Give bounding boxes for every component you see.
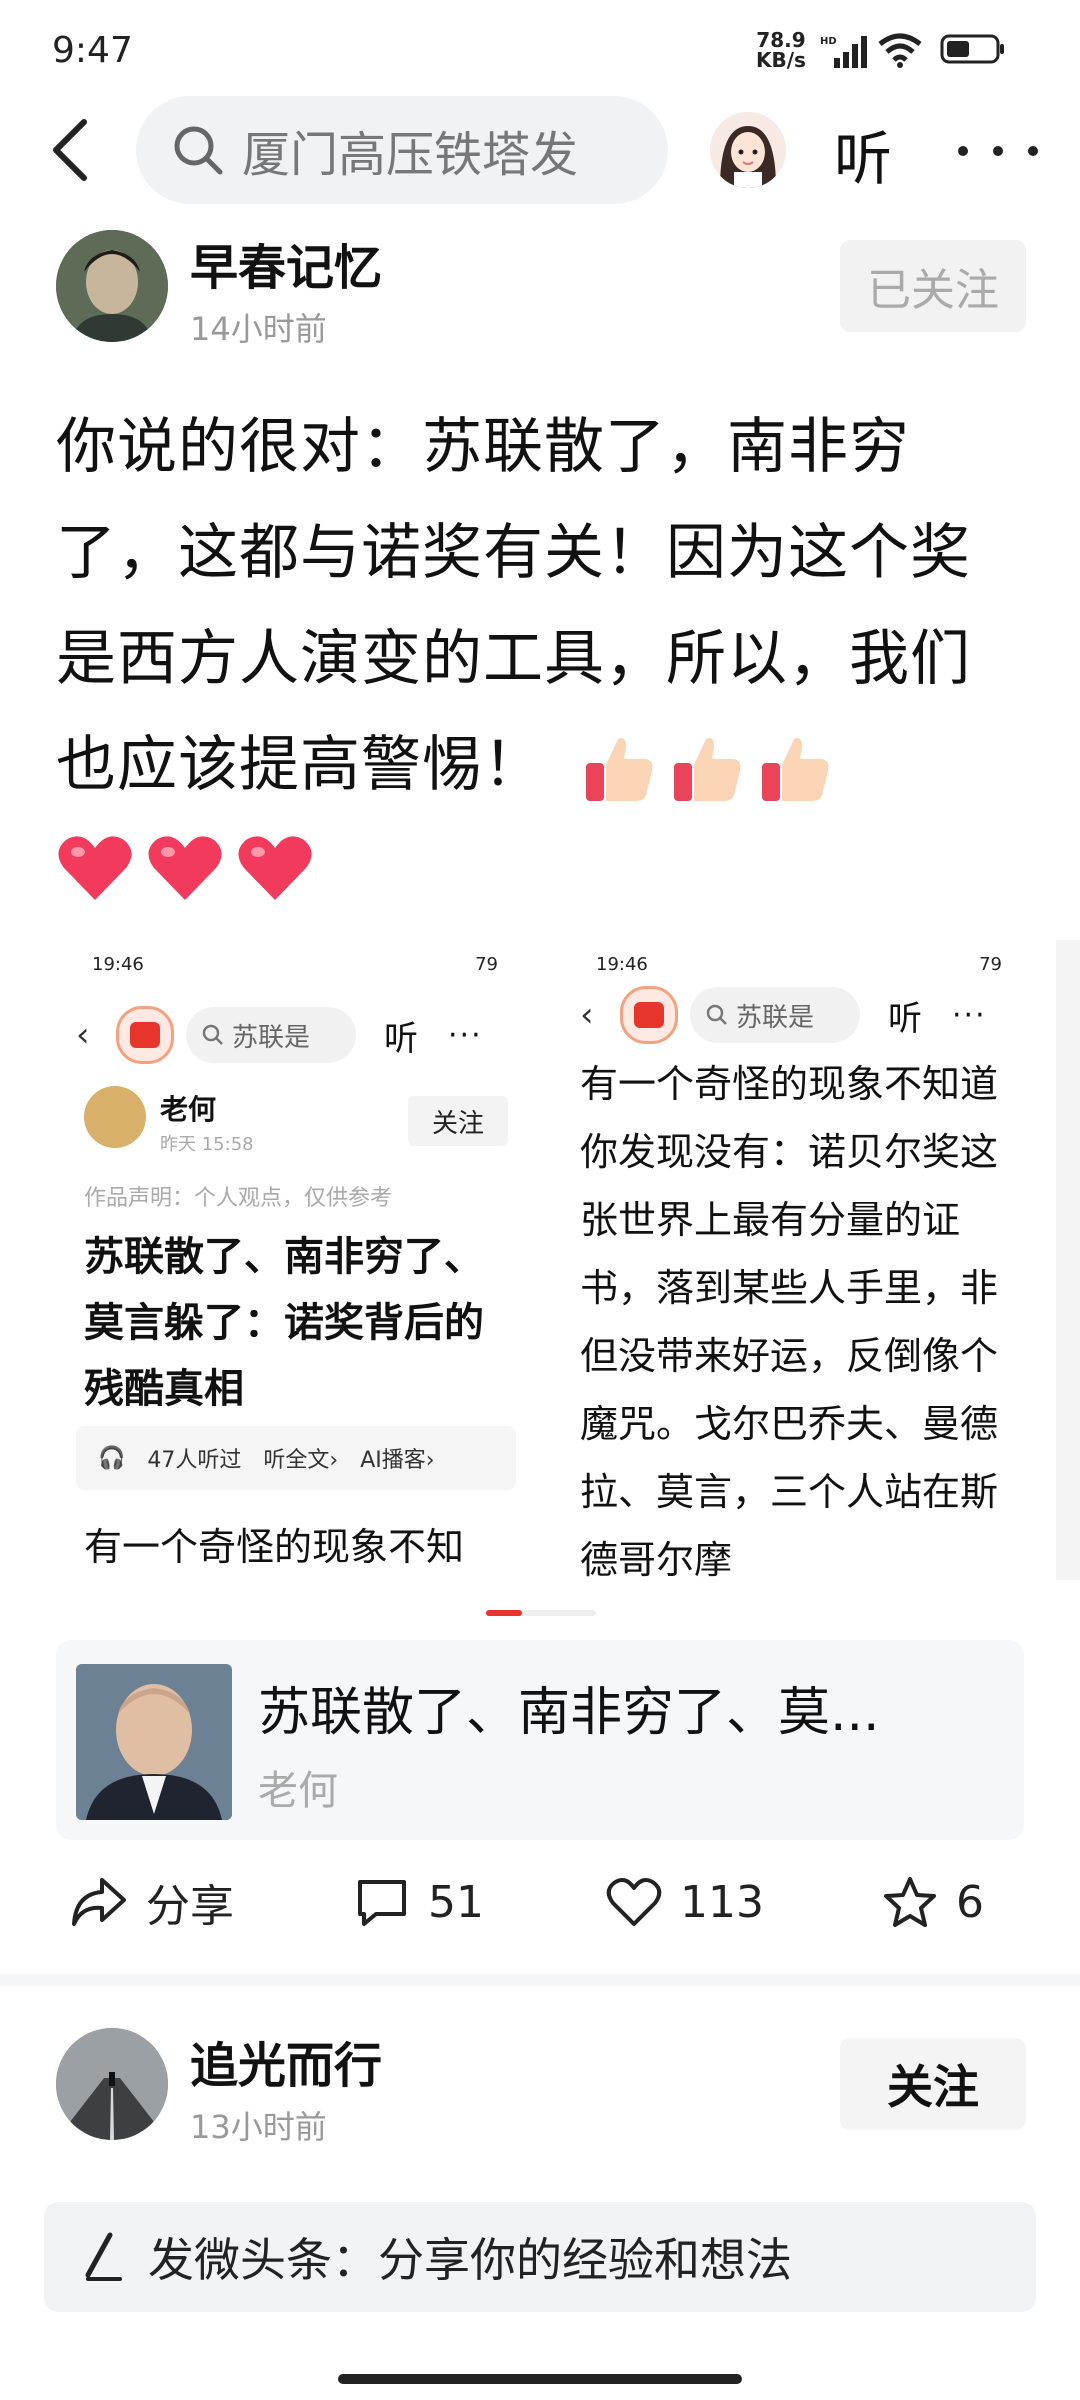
search-icon bbox=[202, 1024, 223, 1045]
favorite-count: 6 bbox=[956, 1876, 984, 1928]
mini-status-bar: 19:46 79 bbox=[92, 954, 498, 975]
author-avatar-2[interactable] bbox=[56, 2028, 168, 2140]
image-pager-indicator bbox=[486, 1610, 596, 1616]
mini-search-bar: 苏联是 bbox=[186, 1007, 356, 1063]
headphones-icon: 🎧 bbox=[98, 1445, 126, 1471]
mini-article-snippet: 有一个奇怪的现象不知 bbox=[84, 1525, 465, 1569]
mini-nav-bar: ‹ 苏联是 听 ··· bbox=[580, 980, 1018, 1050]
comment-count: 51 bbox=[428, 1876, 484, 1928]
pen-icon bbox=[85, 2232, 122, 2281]
mini-listener-count: 47人听过 bbox=[147, 1448, 242, 1473]
home-indicator[interactable] bbox=[338, 2374, 742, 2384]
mini-back-icon: ‹ bbox=[76, 1015, 90, 1055]
app-logo-icon bbox=[116, 1006, 174, 1064]
search-icon bbox=[174, 126, 223, 175]
favorite-button[interactable]: 6 bbox=[882, 1862, 984, 1942]
hearts-emojis bbox=[56, 832, 314, 902]
share-button[interactable]: 分享 bbox=[70, 1862, 234, 1942]
heart-icon bbox=[238, 836, 312, 900]
dot-icon bbox=[993, 146, 1003, 156]
composer-placeholder: 发微头条：分享你的经验和想法 bbox=[148, 2233, 792, 2287]
mini-listen-label: 听 bbox=[384, 1018, 418, 1059]
mini-status-time: 19:46 bbox=[92, 954, 144, 975]
article-title: 苏联散了、南非穷了、莫... bbox=[258, 1683, 880, 1743]
mini-ai-podcast: AI播客› bbox=[360, 1448, 435, 1473]
heart-outline-icon bbox=[606, 1877, 662, 1926]
network-speed: 78.9 KB/s bbox=[756, 30, 806, 70]
back-button[interactable] bbox=[40, 110, 100, 190]
search-query: 厦门高压铁塔发 bbox=[242, 127, 579, 183]
mini-more-icon: ··· bbox=[448, 1017, 483, 1053]
followed-button[interactable]: 已关注 bbox=[840, 240, 1026, 332]
svg-text:HD: HD bbox=[820, 36, 837, 47]
thumbs-up-icon bbox=[762, 738, 829, 802]
mini-listen-all: 听全文› bbox=[263, 1448, 339, 1473]
comment-button[interactable]: 51 bbox=[354, 1862, 484, 1942]
post-body[interactable]: 你说的很对：苏联散了，南非穷了，这都与诺奖有关！因为这个奖是西方人演变的工具，所… bbox=[56, 394, 1016, 818]
mini-disclaimer: 作品声明：个人观点，仅供参考 bbox=[84, 1186, 393, 1211]
back-arrow-icon bbox=[53, 119, 87, 181]
network-speed-unit: KB/s bbox=[756, 48, 806, 72]
dot-icon bbox=[958, 146, 968, 156]
mini-author-name: 老何 bbox=[160, 1093, 217, 1126]
mini-article-text: 有一个奇怪的现象不知道你发现没有：诺贝尔奖这张世界上最有分量的证书，落到某些人手… bbox=[580, 1062, 999, 1580]
mini-battery-level: 79 bbox=[979, 954, 1002, 975]
post-text: 你说的很对：苏联散了，南非穷了，这都与诺奖有关！因为这个奖是西方人演变的工具，所… bbox=[56, 412, 971, 800]
follow-button[interactable]: 关注 bbox=[840, 2038, 1026, 2130]
share-icon bbox=[72, 1878, 126, 1926]
comment-icon bbox=[358, 1880, 406, 1926]
star-icon bbox=[884, 1877, 936, 1927]
heart-icon bbox=[58, 836, 132, 900]
network-speed-value: 78.9 bbox=[756, 28, 806, 52]
search-icon bbox=[706, 1004, 727, 1025]
quoted-article-card[interactable]: 苏联散了、南非穷了、莫... 老何 bbox=[56, 1640, 1024, 1840]
mini-battery-level: 79 bbox=[475, 954, 498, 975]
thumbs-up-emojis bbox=[582, 731, 832, 805]
like-button[interactable]: 113 bbox=[606, 1862, 764, 1942]
attached-image-2[interactable]: 19:46 79 ‹ 苏联是 听 ··· 有一个奇怪的现象不知道你发现没有：诺贝… bbox=[560, 940, 1038, 1580]
author-name-2[interactable]: 追光而行 bbox=[190, 2026, 382, 2096]
mini-search-text: 苏联是 bbox=[736, 1002, 815, 1033]
mini-search-bar: 苏联是 bbox=[690, 987, 860, 1043]
mini-status-time: 19:46 bbox=[596, 954, 648, 975]
attached-image-1[interactable]: 19:46 79 ‹ 苏联是 听 ··· 老何 昨天 15:58 关注 作品声明… bbox=[56, 940, 534, 1580]
author-avatar[interactable] bbox=[56, 230, 168, 342]
mini-listen-label: 听 bbox=[888, 998, 922, 1039]
dot-icon bbox=[1028, 146, 1038, 156]
post-time: 14小时前 bbox=[190, 310, 327, 348]
app-logo-icon bbox=[620, 986, 678, 1044]
thumbs-up-icon bbox=[586, 738, 653, 802]
status-time: 9:47 bbox=[52, 30, 133, 71]
battery-icon bbox=[940, 34, 1006, 68]
heart-icon bbox=[148, 836, 222, 900]
mini-back-icon: ‹ bbox=[580, 995, 594, 1035]
article-thumbnail bbox=[76, 1664, 232, 1820]
assistant-avatar[interactable] bbox=[710, 112, 786, 188]
signal-icon: HD bbox=[820, 34, 868, 72]
thumbs-up-icon bbox=[674, 738, 741, 802]
share-label: 分享 bbox=[146, 1881, 234, 1932]
author-name[interactable]: 早春记忆 bbox=[190, 228, 382, 298]
post-time-2: 13小时前 bbox=[190, 2108, 327, 2146]
section-divider bbox=[0, 1974, 1080, 1986]
mini-author-avatar bbox=[84, 1086, 146, 1148]
mini-status-bar: 19:46 79 bbox=[596, 954, 1002, 975]
mini-nav-bar: ‹ 苏联是 听 ··· bbox=[76, 1000, 514, 1070]
wifi-icon bbox=[876, 32, 924, 72]
mini-follow-button: 关注 bbox=[408, 1096, 508, 1146]
mini-listen-bar: 🎧 47人听过 听全文› AI播客› bbox=[76, 1426, 516, 1490]
mini-more-icon: ··· bbox=[952, 997, 987, 1033]
attached-image-3-peek[interactable] bbox=[1056, 940, 1080, 1580]
mini-search-text: 苏联是 bbox=[232, 1022, 311, 1053]
article-author: 老何 bbox=[258, 1768, 338, 1814]
mini-post-time: 昨天 15:58 bbox=[160, 1134, 254, 1155]
search-bar[interactable]: 厦门高压铁塔发 bbox=[136, 96, 668, 204]
composer-bar[interactable]: 发微头条：分享你的经验和想法 bbox=[44, 2202, 1036, 2312]
more-options-button[interactable] bbox=[958, 126, 1038, 176]
like-count: 113 bbox=[680, 1876, 764, 1928]
listen-button[interactable]: 听 bbox=[834, 112, 892, 196]
mini-article-title: 苏联散了、南非穷了、莫言躲了：诺奖背后的残酷真相 bbox=[84, 1234, 484, 1412]
